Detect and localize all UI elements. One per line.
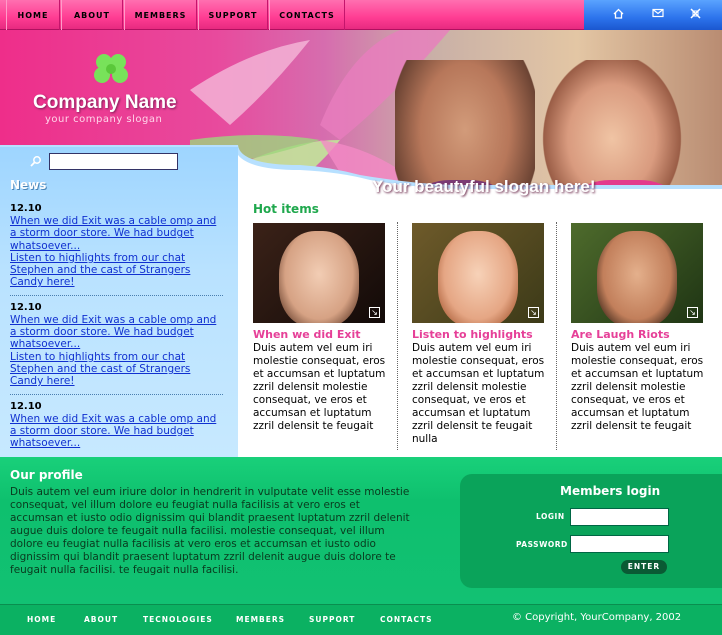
password-label: PASSWORD [516, 540, 568, 549]
hot-item-title[interactable]: Listen to highlights [412, 328, 544, 341]
expand-arrow-icon[interactable]: ↘ [528, 307, 539, 318]
footer-link-about[interactable]: ABOUT [84, 615, 118, 624]
company-name: Company Name [33, 92, 177, 113]
news-link[interactable]: When we did Exit was a cable omp and a s… [10, 314, 225, 351]
news-link[interactable]: When we did Exit was a cable omp and a s… [10, 413, 225, 450]
hot-item-text: Duis autem vel eum iri molestie consequa… [571, 342, 704, 432]
news-link[interactable]: Listen to highlights from our chat Steph… [10, 252, 225, 289]
footer-link-technologies[interactable]: TECNOLOGIES [143, 615, 213, 624]
hot-item-card: ↘ When we did Exit Duis autem vel eum ir… [253, 223, 385, 433]
news-link[interactable]: Listen to highlights from our chat Steph… [10, 351, 225, 388]
hot-item-title[interactable]: When we did Exit [253, 328, 385, 341]
nav-contacts[interactable]: CONTACTS [269, 0, 345, 30]
members-login-title: Members login [560, 484, 661, 498]
news-date: 12.10 [10, 203, 42, 214]
login-field[interactable] [570, 508, 669, 526]
enter-button[interactable]: ENTER [621, 560, 667, 574]
footer-link-home[interactable]: HOME [27, 615, 56, 624]
hot-item-card: ↘ Listen to highlights Duis autem vel eu… [412, 223, 544, 446]
top-icon-bar [584, 0, 722, 30]
hot-item-text: Duis autem vel eum iri molestie consequa… [253, 342, 386, 432]
search-input[interactable] [49, 153, 178, 170]
mail-icon[interactable] [651, 8, 665, 22]
hot-item-title[interactable]: Are Laugh Riots [571, 328, 703, 341]
company-slogan: your company slogan [45, 114, 163, 125]
item-divider [397, 222, 398, 450]
news-link[interactable]: When we did Exit was a cable omp and a s… [10, 215, 225, 252]
hot-items-title: Hot items [253, 202, 319, 216]
search-icon[interactable] [30, 155, 42, 167]
news-date: 12.10 [10, 400, 42, 412]
hot-item-photo[interactable]: ↘ [253, 223, 385, 323]
news-list: 12.10 When we did Exit was a cable omp a… [10, 203, 225, 449]
banner-slogan: Your beautyful slogan here! [372, 177, 596, 196]
hot-item-photo[interactable]: ↘ [571, 223, 703, 323]
password-field[interactable] [570, 535, 669, 553]
profile-title: Our profile [10, 468, 83, 482]
footer-link-members[interactable]: MEMBERS [236, 615, 285, 624]
footer-link-support[interactable]: SUPPORT [309, 615, 355, 624]
hot-item-card: ↘ Are Laugh Riots Duis autem vel eum iri… [571, 223, 703, 433]
nav-about[interactable]: ABOUT [61, 0, 123, 30]
home-icon[interactable] [611, 8, 625, 22]
news-title: News [10, 178, 47, 192]
item-divider [556, 222, 557, 450]
nav-support[interactable]: SUPPORT [198, 0, 268, 30]
hot-item-photo[interactable]: ↘ [412, 223, 544, 323]
expand-arrow-icon[interactable]: ↘ [369, 307, 380, 318]
sitemap-icon[interactable] [688, 8, 702, 22]
nav-members[interactable]: MEMBERS [124, 0, 197, 30]
clover-logo-icon [90, 50, 132, 93]
footer-link-contacts[interactable]: CONTACTS [380, 615, 433, 624]
hot-item-text: Duis autem vel eum iri molestie consequa… [412, 342, 545, 445]
profile-text: Duis autem vel eum iriure dolor in hendr… [10, 486, 410, 576]
copyright-text: © Copyright, YourCompany, 2002 [512, 612, 682, 623]
news-divider [10, 393, 223, 395]
expand-arrow-icon[interactable]: ↘ [687, 307, 698, 318]
login-label: LOGIN [536, 512, 565, 521]
news-divider [10, 294, 223, 296]
news-date: 12.10 [10, 301, 42, 313]
nav-home[interactable]: HOME [6, 0, 60, 30]
top-nav: HOME ABOUT MEMBERS SUPPORT CONTACTS [0, 0, 584, 30]
